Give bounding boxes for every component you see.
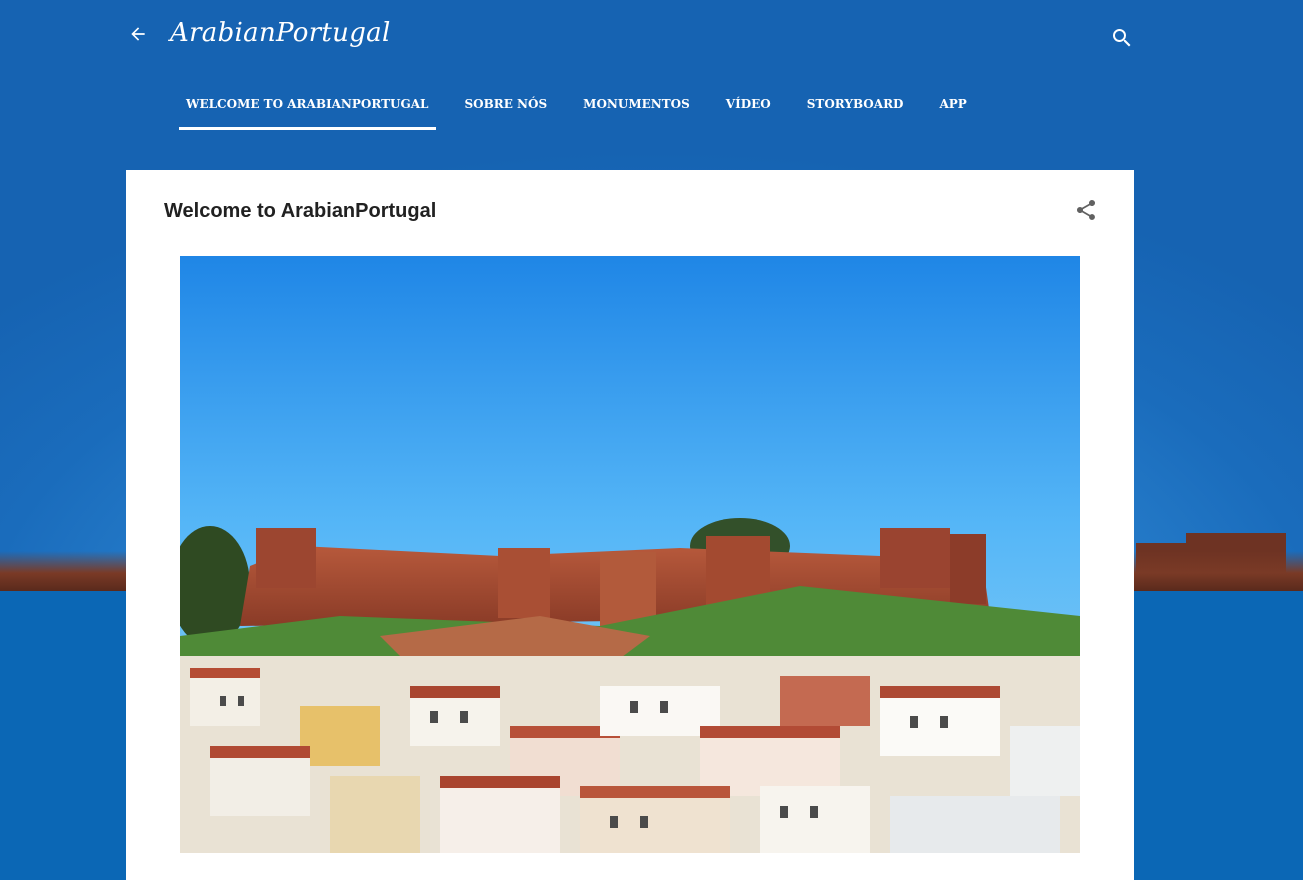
site-header: ArabianPortugal: [126, 0, 1134, 76]
share-button[interactable]: [1074, 198, 1098, 222]
tab-app[interactable]: APP: [932, 86, 973, 130]
post-title[interactable]: Welcome to ArabianPortugal: [164, 200, 436, 223]
castle-photo[interactable]: [180, 256, 1080, 853]
back-button[interactable]: [126, 20, 150, 52]
tab-sobre-nos[interactable]: SOBRE NÓS: [458, 86, 555, 130]
post-card: Welcome to ArabianPortugal: [126, 170, 1134, 880]
search-button[interactable]: [1110, 26, 1134, 50]
arrow-back-icon: [128, 24, 148, 48]
page-navigation-tabs: WELCOME TO ARABIANPORTUGAL SOBRE NÓS MON…: [179, 86, 996, 130]
share-icon: [1074, 199, 1098, 226]
tab-storyboard[interactable]: STORYBOARD: [800, 86, 911, 130]
search-icon: [1110, 29, 1134, 54]
tab-video[interactable]: VÍDEO: [719, 86, 778, 130]
tab-monumentos[interactable]: MONUMENTOS: [576, 86, 697, 130]
site-title[interactable]: ArabianPortugal: [170, 18, 391, 48]
tab-welcome[interactable]: WELCOME TO ARABIANPORTUGAL: [179, 86, 436, 130]
